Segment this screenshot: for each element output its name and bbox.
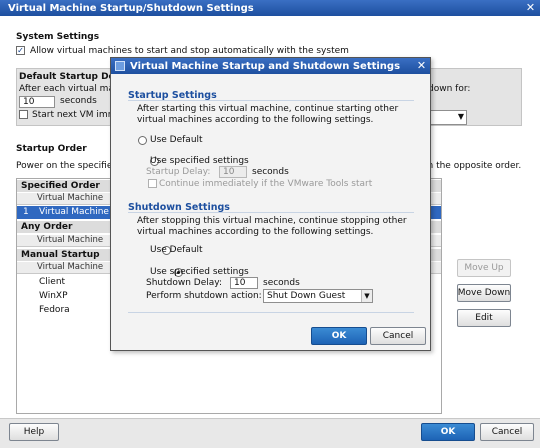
- any-order-heading: Any Order: [21, 222, 73, 232]
- allow-auto-label: Allow virtual machines to start and stop…: [30, 46, 349, 56]
- startup-use-default-label: Use Default: [150, 135, 203, 145]
- startup-divider: [128, 100, 414, 101]
- vm-settings-icon: [115, 61, 125, 71]
- dialog-title-bar[interactable]: Virtual Machine Startup and Shutdown Set…: [111, 58, 430, 74]
- system-settings-heading: System Settings: [16, 32, 100, 42]
- startup-use-specified-label: Use specified settings: [150, 156, 249, 166]
- shutdown-delay-label: Shutdown Delay:: [146, 278, 222, 288]
- shutdown-action-select[interactable]: ▼: [425, 110, 467, 125]
- startup-delay-label: Startup Delay:: [146, 167, 211, 177]
- power-on-text: Power on the specified: [16, 161, 119, 171]
- shutdown-description: After stopping this virtual machine, con…: [137, 216, 407, 237]
- list-item[interactable]: WinXP: [39, 290, 68, 303]
- shutdown-use-specified-label: Use specified settings: [150, 267, 249, 277]
- continue-immediately-checkbox[interactable]: [148, 179, 157, 188]
- list-item[interactable]: Client: [39, 276, 65, 289]
- start-next-label: Start next VM imm: [32, 110, 117, 120]
- shutdown-use-default-label: Use Default: [150, 245, 203, 255]
- move-up-button[interactable]: Move Up: [457, 259, 511, 277]
- opposite-order-text: in the opposite order.: [425, 161, 522, 171]
- edit-button[interactable]: Edit: [457, 309, 511, 327]
- after-each-vm-text: After each virtual mac: [19, 84, 119, 94]
- shutdown-action-label: Perform shutdown action:: [146, 291, 262, 301]
- allow-auto-checkbox[interactable]: ✓: [16, 46, 25, 55]
- dialog-close-icon[interactable]: ✕: [415, 59, 428, 72]
- shutdown-for-text: down for:: [428, 84, 471, 94]
- shutdown-action-dropdown[interactable]: Shut Down Guest ▼: [263, 289, 373, 303]
- startup-delay-field[interactable]: 10: [219, 166, 247, 178]
- chevron-down-icon: ▼: [457, 112, 464, 121]
- bottom-divider: [128, 312, 414, 313]
- list-item[interactable]: Fedora: [39, 304, 70, 317]
- dialog-cancel-button[interactable]: Cancel: [370, 327, 426, 345]
- startup-order-heading: Startup Order: [16, 144, 87, 154]
- continue-immediately-label: Continue immediately if the VMware Tools…: [159, 179, 373, 189]
- startup-description: After starting this virtual machine, con…: [137, 104, 399, 125]
- row-index: 1: [23, 207, 29, 217]
- shutdown-seconds-label: seconds: [263, 278, 300, 288]
- startup-shutdown-dialog: Virtual Machine Startup and Shutdown Set…: [110, 57, 431, 351]
- dialog-ok-button[interactable]: OK: [311, 327, 367, 345]
- move-down-button[interactable]: Move Down: [457, 284, 511, 302]
- window-cancel-button[interactable]: Cancel: [480, 423, 534, 441]
- shutdown-delay-field[interactable]: 10: [230, 277, 258, 289]
- window-title-bar[interactable]: Virtual Machine Startup/Shutdown Setting…: [0, 0, 540, 16]
- shutdown-action-value: Shut Down Guest: [267, 291, 346, 301]
- default-delay-field[interactable]: 10: [19, 96, 55, 108]
- window-ok-button[interactable]: OK: [421, 423, 475, 441]
- manual-startup-heading: Manual Startup: [21, 250, 100, 260]
- background-window: { "window": { "title": "Virtual Machine …: [0, 0, 540, 448]
- specified-order-heading: Specified Order: [21, 181, 100, 191]
- startup-use-default-radio[interactable]: [138, 136, 147, 145]
- shutdown-divider: [128, 212, 414, 213]
- start-next-checkbox[interactable]: [19, 110, 28, 119]
- help-button[interactable]: Help: [9, 423, 59, 441]
- window-close-icon[interactable]: ✕: [524, 1, 537, 14]
- window-title: Virtual Machine Startup/Shutdown Setting…: [8, 2, 254, 14]
- row-vm-name: Virtual Machine: [39, 207, 109, 217]
- startup-seconds-label: seconds: [252, 167, 289, 177]
- dialog-title: Virtual Machine Startup and Shutdown Set…: [130, 60, 401, 72]
- chevron-down-icon[interactable]: ▼: [361, 290, 372, 302]
- default-startup-heading: Default Startup Del: [19, 72, 118, 82]
- default-seconds-label: seconds: [60, 96, 97, 106]
